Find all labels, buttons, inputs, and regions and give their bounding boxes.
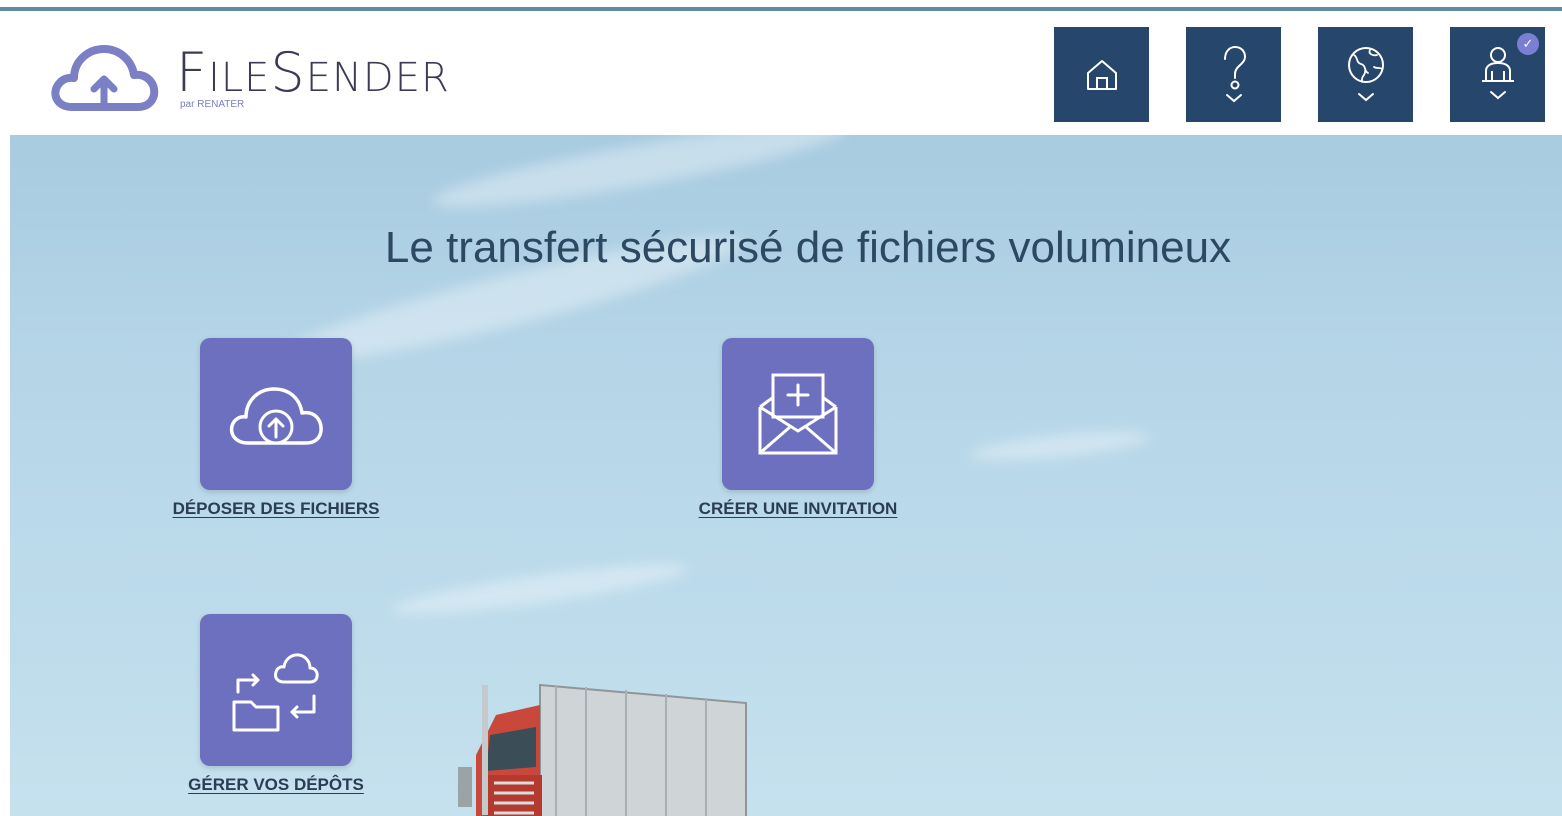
logo-subtitle: par RENATER bbox=[180, 99, 245, 110]
user-icon bbox=[1481, 46, 1514, 99]
help-button[interactable] bbox=[1186, 27, 1281, 122]
logo-wordmark: FILESENDER bbox=[176, 45, 450, 106]
logo-cloud-icon bbox=[51, 45, 159, 111]
hero-title: Le transfert sécurisé de fichiers volumi… bbox=[384, 223, 1232, 272]
sky-cloud bbox=[429, 135, 851, 222]
create-invitation-tile[interactable] bbox=[722, 338, 874, 490]
page: FILESENDER par RENATER ✓ Le transfert sé… bbox=[0, 0, 1562, 816]
sky-cloud bbox=[969, 425, 1151, 467]
create-invitation-action: CRÉER UNE INVITATION bbox=[668, 338, 928, 519]
cloud-upload-icon bbox=[229, 387, 323, 445]
globe-icon bbox=[1347, 46, 1384, 101]
hero-background: Le transfert sécurisé de fichiers volumi… bbox=[10, 135, 1562, 816]
home-icon bbox=[1086, 59, 1117, 90]
language-button[interactable] bbox=[1318, 27, 1413, 122]
logo-letters-ile: ILE bbox=[208, 55, 271, 101]
filesender-logo[interactable]: FILESENDER par RENATER bbox=[48, 35, 508, 125]
upload-files-link[interactable]: DÉPOSER DES FICHIERS bbox=[173, 499, 380, 519]
header: FILESENDER par RENATER ✓ bbox=[0, 11, 1562, 135]
user-menu-button[interactable]: ✓ bbox=[1450, 27, 1545, 122]
upload-files-action: DÉPOSER DES FICHIERS bbox=[146, 338, 406, 519]
manage-transfers-icon bbox=[232, 653, 319, 732]
user-verified-badge: ✓ bbox=[1517, 33, 1539, 55]
question-icon bbox=[1223, 45, 1246, 102]
manage-transfers-action: GÉRER VOS DÉPÔTS bbox=[146, 614, 406, 795]
manage-transfers-tile[interactable] bbox=[200, 614, 352, 766]
logo-letters-ender: ENDER bbox=[305, 55, 450, 101]
home-button[interactable] bbox=[1054, 27, 1149, 122]
logo-letter-f: F bbox=[176, 41, 209, 104]
upload-files-tile[interactable] bbox=[200, 338, 352, 490]
truck-image bbox=[458, 683, 747, 816]
create-invitation-link[interactable]: CRÉER UNE INVITATION bbox=[699, 499, 898, 519]
sky-cloud bbox=[389, 554, 691, 624]
manage-transfers-link[interactable]: GÉRER VOS DÉPÔTS bbox=[188, 775, 364, 795]
logo-letter-s: S bbox=[270, 41, 306, 104]
envelope-add-icon bbox=[758, 373, 838, 455]
